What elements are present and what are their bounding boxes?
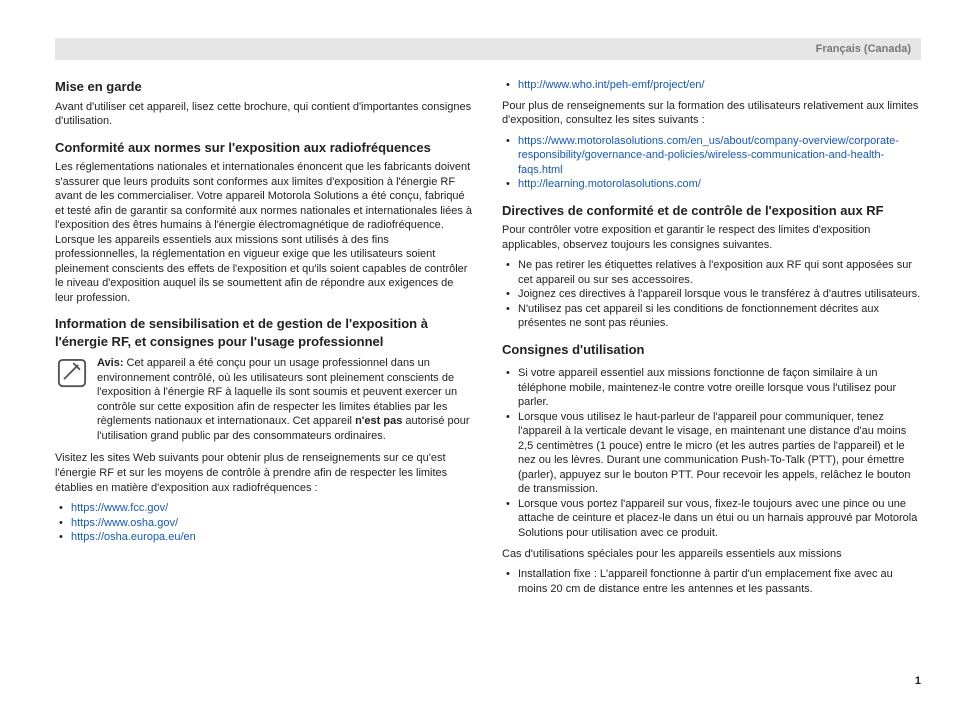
link-list: https://www.motorolasolutions.com/en_us/…	[502, 134, 921, 192]
paragraph: Cas d'utilisations spéciales pour les ap…	[502, 547, 921, 562]
document-page: Français (Canada) Mise en garde Avant d'…	[0, 0, 971, 715]
left-column: Mise en garde Avant d'utiliser cet appar…	[55, 78, 474, 602]
header-language: Français (Canada)	[816, 43, 911, 55]
link[interactable]: http://learning.motorolasolutions.com/	[518, 178, 701, 190]
list-item: https://www.fcc.gov/	[55, 501, 474, 516]
list-item: https://www.osha.gov/	[55, 516, 474, 531]
paragraph: Visitez les sites Web suivants pour obte…	[55, 451, 474, 495]
link[interactable]: https://www.motorolasolutions.com/en_us/…	[518, 135, 899, 176]
link[interactable]: https://www.osha.gov/	[71, 517, 178, 529]
list-item: http://www.who.int/peh-emf/project/en/	[502, 78, 921, 93]
page-number: 1	[915, 675, 921, 687]
bullet-list: Si votre appareil essentiel aux missions…	[502, 366, 921, 540]
list-item: https://www.motorolasolutions.com/en_us/…	[502, 134, 921, 178]
link[interactable]: https://www.fcc.gov/	[71, 502, 168, 514]
bullet-list: Ne pas retirer les étiquettes relatives …	[502, 258, 921, 331]
heading-directives: Directives de conformité et de contrôle …	[502, 202, 921, 220]
link-list: https://www.fcc.gov/ https://www.osha.go…	[55, 501, 474, 545]
notice-emphasis: n'est pas	[355, 415, 402, 427]
header-bar: Français (Canada)	[55, 38, 921, 60]
paragraph: Avant d'utiliser cet appareil, lisez cet…	[55, 100, 474, 129]
heading-conformite: Conformité aux normes sur l'exposition a…	[55, 139, 474, 157]
notice-box: Avis: Cet appareil a été conçu pour un u…	[55, 356, 474, 443]
list-item: https://osha.europa.eu/en	[55, 530, 474, 545]
list-item: Lorsque vous portez l'appareil sur vous,…	[502, 497, 921, 541]
paragraph: Pour contrôler votre exposition et garan…	[502, 223, 921, 252]
list-item: http://learning.motorolasolutions.com/	[502, 177, 921, 192]
list-item: Ne pas retirer les étiquettes relatives …	[502, 258, 921, 287]
heading-consignes: Consignes d'utilisation	[502, 341, 921, 359]
link-list: http://www.who.int/peh-emf/project/en/	[502, 78, 921, 93]
paragraph: Pour plus de renseignements sur la forma…	[502, 99, 921, 128]
list-item: Installation fixe : L'appareil fonctionn…	[502, 567, 921, 596]
bullet-list: Installation fixe : L'appareil fonctionn…	[502, 567, 921, 596]
link[interactable]: https://osha.europa.eu/en	[71, 531, 196, 543]
note-icon	[55, 356, 89, 443]
heading-mise-en-garde: Mise en garde	[55, 78, 474, 96]
link[interactable]: http://www.who.int/peh-emf/project/en/	[518, 79, 704, 91]
list-item: Joignez ces directives à l'appareil lors…	[502, 287, 921, 302]
notice-label: Avis:	[97, 357, 124, 369]
right-column: http://www.who.int/peh-emf/project/en/ P…	[502, 78, 921, 602]
paragraph: Les réglementations nationales et intern…	[55, 160, 474, 305]
list-item: Si votre appareil essentiel aux missions…	[502, 366, 921, 410]
list-item: Lorsque vous utilisez le haut-parleur de…	[502, 410, 921, 497]
heading-information: Information de sensibilisation et de ges…	[55, 315, 474, 350]
content-columns: Mise en garde Avant d'utiliser cet appar…	[55, 78, 921, 602]
notice-text: Avis: Cet appareil a été conçu pour un u…	[97, 356, 474, 443]
list-item: N'utilisez pas cet appareil si les condi…	[502, 302, 921, 331]
